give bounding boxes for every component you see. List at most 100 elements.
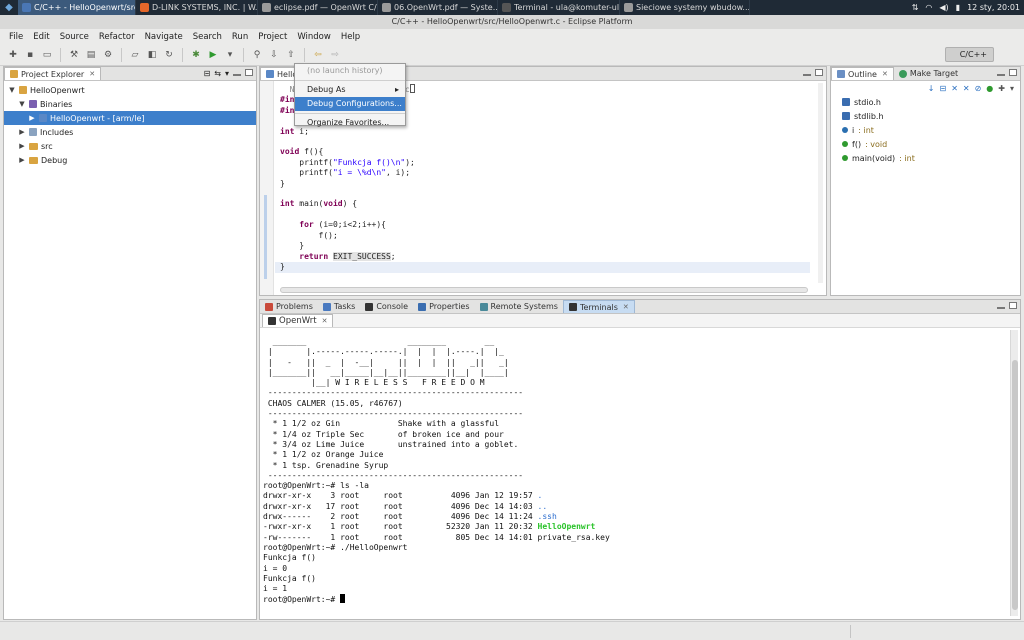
wifi-icon[interactable]: ◠ <box>925 3 932 12</box>
battery-icon[interactable]: ▮ <box>956 3 960 12</box>
collapse-all-icon[interactable]: ⊟ <box>204 69 211 78</box>
launch-menu-item[interactable]: Organize Favorites... <box>295 116 405 130</box>
menu-search[interactable]: Search <box>188 32 227 42</box>
view-menu-icon[interactable]: ▾ <box>225 69 229 78</box>
minimize-icon[interactable] <box>997 74 1005 76</box>
back-icon[interactable]: ⇦ <box>311 48 325 62</box>
twisty-icon[interactable]: ▶ <box>28 114 36 122</box>
tab-terminals[interactable]: Terminals ✕ <box>562 300 635 313</box>
hide-fields-icon[interactable]: ✕ <box>951 84 958 93</box>
prev-annotation-icon[interactable]: ⇧ <box>284 48 298 62</box>
search-icon[interactable]: ⚲ <box>250 48 264 62</box>
print-icon[interactable]: ▭ <box>40 48 54 62</box>
tab-outline[interactable]: Outline ✕ <box>831 67 894 80</box>
hide-static-icon[interactable]: ✕ <box>963 84 970 93</box>
menu-project[interactable]: Project <box>253 32 292 42</box>
twisty-icon[interactable]: ▶ <box>18 142 26 150</box>
taskbar-task[interactable]: C/C++ - HelloOpenwrt/src/... <box>18 0 136 15</box>
upload-icon[interactable]: ⇅ <box>912 3 919 12</box>
twisty-icon[interactable]: ▼ <box>18 100 26 108</box>
menu-refactor[interactable]: Refactor <box>94 32 140 42</box>
maximize-icon[interactable] <box>815 69 823 76</box>
debug-icon[interactable]: ✱ <box>189 48 203 62</box>
launch-menu-item[interactable]: Debug As ▸ <box>295 83 405 97</box>
tab-properties[interactable]: Properties <box>413 300 474 313</box>
taskbar-task[interactable]: 06.OpenWrt.pdf — Syste... <box>378 0 498 15</box>
tab-remote-systems[interactable]: Remote Systems <box>475 300 563 313</box>
save-icon[interactable]: ▪ <box>23 48 37 62</box>
perspective-button[interactable]: C/C++ <box>944 47 994 62</box>
problems-icon <box>265 302 273 311</box>
menu-edit[interactable]: Edit <box>28 32 54 42</box>
tree-item[interactable]: ▶ HelloOpenwrt - [arm/le] <box>4 111 256 125</box>
minimize-icon[interactable] <box>803 74 811 76</box>
tree-item[interactable]: ▶ src <box>4 139 256 153</box>
link-icon[interactable]: ✚ <box>998 84 1005 93</box>
group-icon[interactable]: ● <box>986 84 993 93</box>
twisty-icon[interactable]: ▼ <box>8 86 16 94</box>
menu-source[interactable]: Source <box>55 32 94 42</box>
tree-item[interactable]: ▼ HelloOpenwrt <box>4 83 256 97</box>
close-icon[interactable]: ✕ <box>882 70 888 78</box>
volume-icon[interactable]: ◀) <box>939 3 948 12</box>
new-icon[interactable]: ✚ <box>6 48 20 62</box>
taskbar-task[interactable]: Sieciowe systemy wbudow... <box>620 0 750 15</box>
menu-help[interactable]: Help <box>336 32 365 42</box>
menu-window[interactable]: Window <box>292 32 336 42</box>
taskbar-task[interactable]: D-LINK SYSTEMS, INC. | W... <box>136 0 258 15</box>
collapse-all-icon[interactable]: ⊟ <box>939 84 946 93</box>
taskbar-task[interactable]: eclipse.pdf — OpenWrt C/... <box>258 0 378 15</box>
start-menu-icon[interactable]: ◆ <box>0 0 18 15</box>
hide-nonpublic-icon[interactable]: ⊘ <box>975 84 982 93</box>
taskbar-task[interactable]: Terminal - ula@komuter-ul... <box>498 0 620 15</box>
app-icon <box>140 3 149 12</box>
maximize-icon[interactable] <box>1009 69 1017 76</box>
tab-project-explorer[interactable]: Project Explorer ✕ <box>4 67 102 80</box>
twisty-icon[interactable]: ▶ <box>18 156 26 164</box>
tab-openwrt-terminal[interactable]: OpenWrt ✕ <box>262 314 334 327</box>
sort-icon[interactable]: ↓ <box>928 84 935 93</box>
menu-run[interactable]: Run <box>227 32 253 42</box>
run-icon[interactable]: ▶ <box>206 48 220 62</box>
menu-file[interactable]: File <box>4 32 28 42</box>
build-all-icon[interactable]: ▤ <box>84 48 98 62</box>
outline-item[interactable]: stdio.h <box>831 95 1020 109</box>
outline-item[interactable]: i : int <box>831 123 1020 137</box>
minimize-icon[interactable] <box>997 307 1005 309</box>
tools-icon[interactable]: ⚙ <box>101 48 115 62</box>
scrollbar-thumb[interactable] <box>1012 360 1018 610</box>
terminal-scrollbar[interactable] <box>1010 330 1018 616</box>
tab-console[interactable]: Console <box>360 300 413 313</box>
twisty-icon[interactable]: ▶ <box>18 128 26 136</box>
new-folder-icon[interactable]: ▱ <box>128 48 142 62</box>
menu-navigate[interactable]: Navigate <box>140 32 188 42</box>
view-menu-icon[interactable]: ▾ <box>1010 84 1014 93</box>
tab-make-target[interactable]: Make Target <box>894 67 963 80</box>
launch-menu-item[interactable]: Debug Configurations... <box>295 97 405 111</box>
new-class-icon[interactable]: ◧ <box>145 48 159 62</box>
close-icon[interactable]: ✕ <box>623 303 629 311</box>
outline-item[interactable]: main(void) : int <box>831 151 1020 165</box>
tab-problems[interactable]: Problems <box>260 300 318 313</box>
tree-item[interactable]: ▼ Binaries <box>4 97 256 111</box>
tree-item[interactable]: ▶ Debug <box>4 153 256 167</box>
minimize-icon[interactable] <box>233 74 241 76</box>
link-editor-icon[interactable]: ⇆ <box>214 69 221 78</box>
terminal-output[interactable]: _______ ________ __ | |.-----.-----.----… <box>263 337 1003 617</box>
next-annotation-icon[interactable]: ⇩ <box>267 48 281 62</box>
build-icon[interactable]: ⚒ <box>67 48 81 62</box>
forward-icon[interactable]: ⇨ <box>328 48 342 62</box>
external-tools-icon[interactable]: ▾ <box>223 48 237 62</box>
close-icon[interactable]: ✕ <box>89 70 95 78</box>
maximize-icon[interactable] <box>245 69 253 76</box>
maximize-icon[interactable] <box>1009 302 1017 309</box>
outline-item[interactable]: f() : void <box>831 137 1020 151</box>
clock[interactable]: 12 sty, 20:01 <box>967 3 1020 12</box>
refresh-icon[interactable]: ↻ <box>162 48 176 62</box>
editor-horizontal-scrollbar[interactable] <box>280 287 808 293</box>
editor-vertical-scrollbar[interactable] <box>818 83 823 283</box>
tree-item[interactable]: ▶ Includes <box>4 125 256 139</box>
close-icon[interactable]: ✕ <box>322 317 328 325</box>
tab-tasks[interactable]: Tasks <box>318 300 360 313</box>
outline-item[interactable]: stdlib.h <box>831 109 1020 123</box>
